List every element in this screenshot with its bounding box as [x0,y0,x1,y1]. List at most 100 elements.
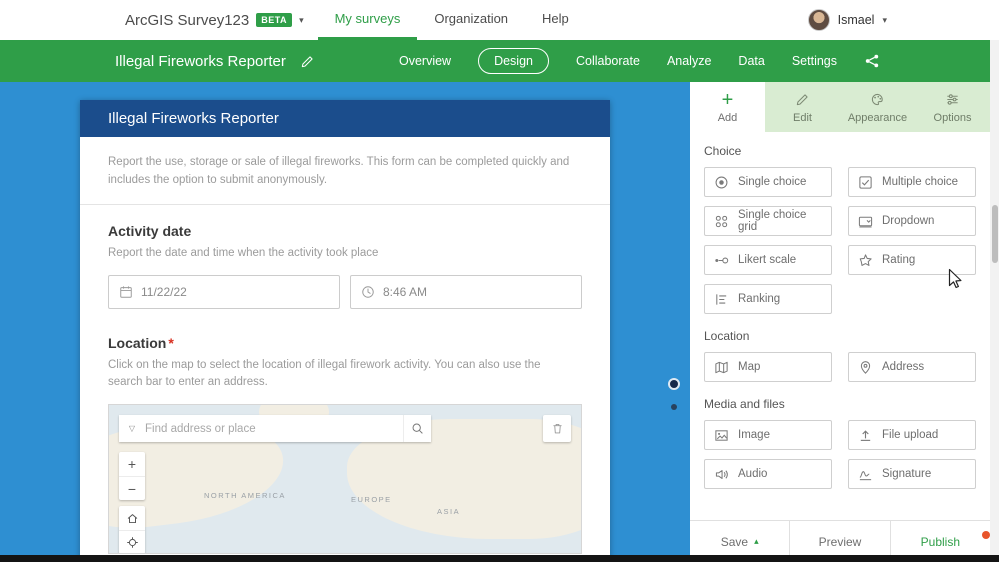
add-single-choice-button[interactable]: Single choice [704,167,832,197]
time-field[interactable] [350,275,582,309]
add-single-choice-grid-button[interactable]: Single choice grid [704,206,832,236]
publish-label: Publish [921,535,960,549]
tab-label: Add [718,112,738,124]
question-activity-date[interactable]: 1 Activity date Report the date and time… [80,205,610,309]
location-button-grid: Map Address [704,352,976,382]
button-label: Map [738,361,760,373]
plus-icon: + [722,91,734,109]
button-label: Rating [882,254,915,266]
map-widget[interactable]: NORTH AMERICA EUROPE ASIA ▽ + [108,404,582,554]
edit-title-pencil-icon[interactable] [300,54,315,69]
signature-icon [858,467,873,482]
add-ranking-button[interactable]: Ranking [704,284,832,314]
date-field[interactable] [108,275,340,309]
add-rating-button[interactable]: Rating [848,245,976,275]
survey-title-group: Illegal Fireworks Reporter [115,53,315,70]
map-icon [714,360,729,375]
form-title: Illegal Fireworks Reporter [108,110,279,127]
question-location[interactable]: 2 Location* Click on the map to select t… [80,309,610,555]
app-topbar: ArcGIS Survey123 BETA ▾ My surveys Organ… [0,0,999,40]
panel-tabs: + Add Edit Appearance Options [690,82,990,132]
app-title: ArcGIS Survey123 [125,12,249,29]
add-likert-scale-button[interactable]: Likert scale [704,245,832,275]
tab-analyze[interactable]: Analyze [667,54,711,68]
home-extent-button[interactable] [119,506,145,530]
form-description: Report the use, storage or sale of illeg… [80,137,610,205]
likert-icon [714,253,729,268]
crosshair-icon [126,536,139,549]
button-label: Multiple choice [882,176,958,188]
time-input[interactable] [383,285,571,299]
add-map-button[interactable]: Map [704,352,832,382]
map-search-bar: ▽ [119,415,431,442]
home-icon [126,512,139,525]
required-asterisk: * [168,335,173,351]
tab-label: Edit [793,112,812,124]
choice-button-grid: Single choice Multiple choice Single cho… [704,167,976,314]
add-image-button[interactable]: Image [704,420,832,450]
nav-organization[interactable]: Organization [417,0,525,40]
media-button-grid: Image File upload Audio Signature [704,420,976,489]
date-input[interactable] [141,285,329,299]
grid-icon [714,214,729,229]
add-signature-button[interactable]: Signature [848,459,976,489]
notification-dot [982,531,990,539]
tab-settings[interactable]: Settings [792,54,837,68]
tab-design[interactable]: Design [478,48,549,74]
user-name: Ismael [838,13,875,27]
add-multiple-choice-button[interactable]: Multiple choice [848,167,976,197]
canvas-dot-marker [668,378,680,390]
calendar-icon [119,285,133,299]
chevron-down-icon[interactable]: ▾ [299,16,304,25]
section-title-media: Media and files [704,397,976,411]
tab-data[interactable]: Data [738,54,764,68]
tab-collaborate[interactable]: Collaborate [576,54,640,68]
user-menu[interactable]: Ismael ▾ [808,0,999,40]
search-options-dropdown-icon[interactable]: ▽ [119,424,145,433]
zoom-in-button[interactable]: + [119,452,145,476]
app-brand: ArcGIS Survey123 BETA ▾ [125,0,304,40]
form-preview-card: Illegal Fireworks Reporter Report the us… [80,100,610,562]
add-address-button[interactable]: Address [848,352,976,382]
tab-overview[interactable]: Overview [399,54,451,68]
survey-title: Illegal Fireworks Reporter [115,53,286,70]
tab-appearance[interactable]: Appearance [840,82,915,132]
share-icon[interactable] [864,53,880,69]
add-file-upload-button[interactable]: File upload [848,420,976,450]
tab-label: Options [934,112,972,124]
tab-edit[interactable]: Edit [765,82,840,132]
survey-section-nav: Overview Design Collaborate Analyze Data… [399,48,880,74]
map-label-europe: EUROPE [351,495,392,504]
nav-my-surveys[interactable]: My surveys [318,0,418,40]
date-time-inputs [108,275,582,309]
delete-map-button[interactable] [543,415,571,442]
tab-options[interactable]: Options [915,82,990,132]
button-label: Dropdown [882,215,934,227]
map-nav-controls [119,506,145,554]
tab-add[interactable]: + Add [690,82,765,132]
pencil-icon [795,91,810,109]
chevron-down-icon[interactable]: ▾ [882,16,887,25]
canvas-dot-marker-small [671,404,677,410]
avatar[interactable] [808,9,830,31]
preview-label: Preview [819,535,862,549]
page-scrollbar[interactable] [990,40,999,562]
scrollbar-thumb[interactable] [992,205,998,263]
map-search-input[interactable] [145,423,403,435]
survey-header-bar: Illegal Fireworks Reporter Overview Desi… [0,40,990,82]
chevron-up-icon: ▴ [754,536,759,547]
clock-icon [361,285,375,299]
ranking-icon [714,292,729,307]
locate-me-button[interactable] [119,530,145,554]
nav-help[interactable]: Help [525,0,586,40]
panel-body: Choice Single choice Multiple choice Sin… [690,132,990,520]
image-icon [714,428,729,443]
checkbox-icon [858,175,873,190]
add-dropdown-button[interactable]: Dropdown [848,206,976,236]
button-label: File upload [882,429,938,441]
add-audio-button[interactable]: Audio [704,459,832,489]
button-label: Ranking [738,293,780,305]
zoom-out-button[interactable]: − [119,476,145,500]
search-icon[interactable] [403,415,431,442]
screen-edge-strip [0,555,999,562]
